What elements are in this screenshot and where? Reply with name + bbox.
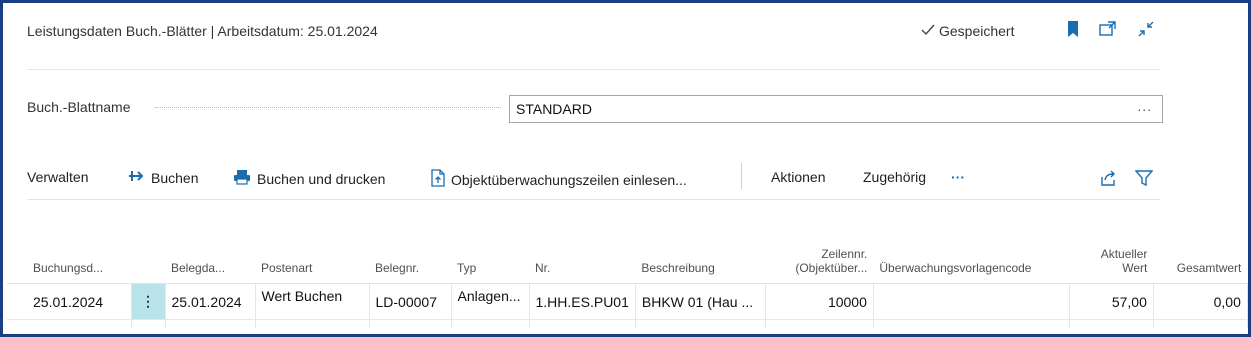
journal-name-label: Buch.-Blattname xyxy=(27,99,131,115)
empty-cell[interactable] xyxy=(528,319,636,328)
cell-template-code[interactable] xyxy=(872,283,1070,320)
col-no[interactable]: Nr. xyxy=(529,229,636,284)
post-and-print-button[interactable]: Buchen und drucken xyxy=(233,169,385,188)
empty-cell[interactable] xyxy=(254,319,370,328)
post-label: Buchen xyxy=(151,169,199,186)
cell-current-value[interactable]: 57,00 xyxy=(1068,283,1154,320)
cell-type[interactable]: Anlagen... xyxy=(450,283,530,320)
empty-cell[interactable] xyxy=(164,319,256,328)
empty-cell[interactable] xyxy=(7,319,132,328)
cell-document-date[interactable]: 25.01.2024 xyxy=(164,283,256,320)
manage-label: Verwalten xyxy=(27,169,89,185)
related-menu[interactable]: Zugehörig xyxy=(863,169,926,185)
post-icon xyxy=(127,169,145,186)
more-options-button[interactable]: ··· xyxy=(951,169,965,185)
header-icons xyxy=(1067,21,1155,42)
cell-total-value[interactable]: 0,00 xyxy=(1152,283,1248,320)
open-in-new-window-icon[interactable] xyxy=(1099,21,1117,42)
col-line-no[interactable]: Zeilennr. (Objektüber... xyxy=(765,229,874,284)
toolbar-divider xyxy=(27,199,1160,200)
cell-description[interactable]: BHKW 01 (Hau ... xyxy=(634,283,766,320)
cell-document-no[interactable]: LD-00007 xyxy=(368,283,452,320)
checkmark-icon xyxy=(921,23,939,39)
table-header-row: Buchungsd... Belegda... Postenart Belegn… xyxy=(7,229,1248,284)
collapse-icon[interactable] xyxy=(1137,21,1155,42)
col-line-no-line2: (Objektüber... xyxy=(795,261,868,275)
cell-entry-type[interactable]: Wert Buchen xyxy=(254,283,370,320)
label-leader-dots xyxy=(155,107,501,108)
bookmark-icon[interactable] xyxy=(1067,21,1079,42)
toolbar-separator xyxy=(741,163,742,189)
actions-label: Aktionen xyxy=(771,169,826,185)
cell-no[interactable]: 1.HH.ES.PU01 xyxy=(528,283,636,320)
share-icon[interactable] xyxy=(1099,169,1117,192)
actions-menu[interactable]: Aktionen xyxy=(771,169,825,185)
col-line-no-line1: Zeilennr. xyxy=(821,247,868,261)
col-current-value-line2: Wert xyxy=(1122,261,1148,275)
manage-menu[interactable]: Verwalten xyxy=(27,169,88,185)
col-type[interactable]: Typ xyxy=(451,229,529,284)
table-row[interactable]: 25.01.2024 ⋮ 25.01.2024 Wert Buchen LD-0… xyxy=(7,283,1248,320)
filter-icon[interactable] xyxy=(1134,169,1154,192)
read-monitoring-lines-button[interactable]: Objektüberwachungszeilen einlesen... xyxy=(431,169,687,190)
empty-cell[interactable] xyxy=(1152,319,1248,328)
post-and-print-label: Buchen und drucken xyxy=(257,170,386,187)
empty-cell[interactable] xyxy=(634,319,766,328)
col-total-value[interactable]: Gesamtwert xyxy=(1153,229,1248,284)
empty-cell[interactable] xyxy=(130,319,166,328)
col-current-value-line1: Aktueller xyxy=(1100,247,1148,261)
lookup-more-button[interactable]: ... xyxy=(1137,98,1152,114)
cell-posting-date[interactable]: 25.01.2024 xyxy=(7,283,132,320)
print-icon xyxy=(233,169,251,188)
table-row-empty[interactable] xyxy=(7,319,1248,328)
document-import-icon xyxy=(431,169,445,190)
header-divider xyxy=(27,69,1160,70)
saved-status: Gespeichert xyxy=(921,23,1014,39)
empty-cell[interactable] xyxy=(764,319,874,328)
empty-cell[interactable] xyxy=(872,319,1070,328)
cell-line-no[interactable]: 10000 xyxy=(764,283,874,320)
col-current-value[interactable]: Aktueller Wert xyxy=(1069,229,1154,284)
col-document-date[interactable]: Belegda... xyxy=(165,229,255,284)
col-posting-date[interactable]: Buchungsd... xyxy=(7,229,131,284)
col-document-no[interactable]: Belegnr. xyxy=(369,229,451,284)
empty-cell[interactable] xyxy=(1068,319,1154,328)
col-template-code[interactable]: Überwachungsvorlagencode xyxy=(873,229,1070,284)
empty-cell[interactable] xyxy=(368,319,452,328)
journal-lines-table: Buchungsd... Belegda... Postenart Belegn… xyxy=(7,229,1248,328)
page-title: Leistungsdaten Buch.-Blätter | Arbeitsda… xyxy=(27,23,378,39)
col-entry-type[interactable]: Postenart xyxy=(255,229,369,284)
journal-name-value: STANDARD xyxy=(516,101,592,117)
empty-cell[interactable] xyxy=(450,319,530,328)
post-button[interactable]: Buchen xyxy=(127,169,198,186)
page-frame: Leistungsdaten Buch.-Blätter | Arbeitsda… xyxy=(0,0,1251,337)
saved-label: Gespeichert xyxy=(939,23,1015,39)
read-monitoring-lines-label: Objektüberwachungszeilen einlesen... xyxy=(451,171,687,188)
related-label: Zugehörig xyxy=(863,169,927,185)
more-options-label: ··· xyxy=(951,169,965,185)
journal-name-field[interactable]: STANDARD ... xyxy=(509,95,1163,123)
col-description[interactable]: Beschreibung xyxy=(635,229,766,284)
row-menu-button[interactable]: ⋮ xyxy=(130,283,166,320)
col-row-menu xyxy=(131,229,165,284)
